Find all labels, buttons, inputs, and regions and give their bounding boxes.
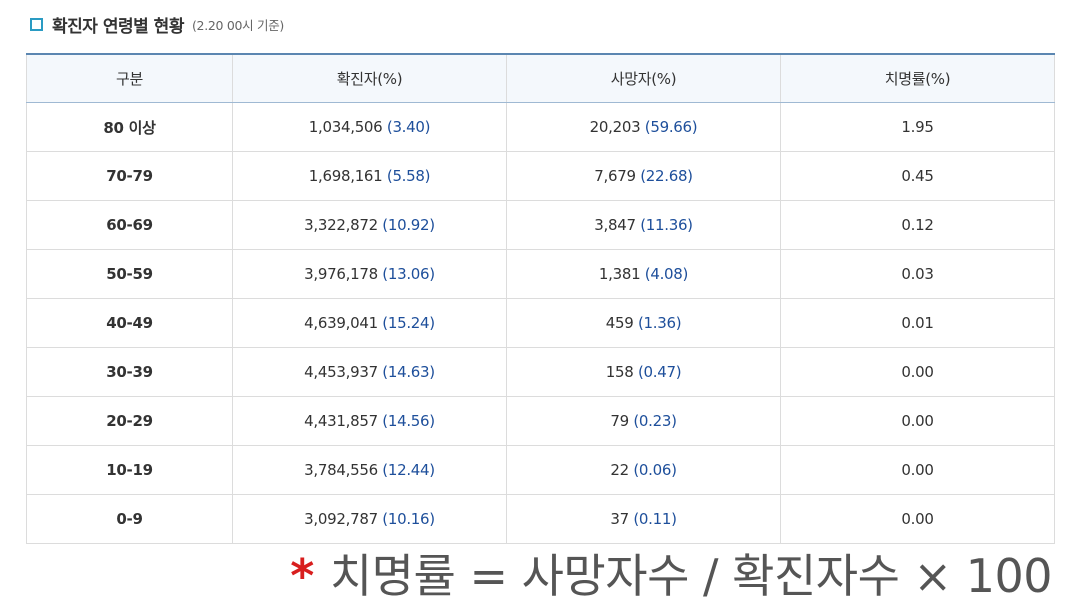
cases-value: 4,431,857 [304,412,378,430]
deaths-value: 79 [610,412,629,430]
age-group-cell: 40-49 [26,298,233,348]
deaths-value: 20,203 [589,118,641,136]
deaths-value: 158 [605,363,634,381]
cases-value: 4,639,041 [304,314,378,332]
cases-percent: (15.24) [382,314,435,332]
cases-value: 3,784,556 [304,461,378,479]
cases-cell: 3,092,787 (10.16) [232,494,507,544]
deaths-percent: (0.06) [633,461,677,479]
deaths-value: 22 [610,461,629,479]
deaths-percent: (1.36) [637,314,682,332]
column-header-fatality-rate: 치명률(%) [780,53,1055,103]
age-group-cell: 60-69 [26,200,233,250]
column-header-cases: 확진자(%) [232,53,507,103]
age-group-cell: 80 이상 [26,102,233,152]
table-row: 60-69 3,322,872 (10.92) 3,847 (11.36) 0.12 [26,200,1055,250]
cases-cell: 4,639,041 (15.24) [232,298,507,348]
fatality-rate-cell: 1.95 [780,102,1055,152]
table-row: 80 이상 1,034,506 (3.40) 20,203 (59.66) 1.95 [26,102,1055,152]
deaths-cell: 7,679 (22.68) [506,151,781,201]
footnote-mark: * [290,549,314,603]
table-row: 0-9 3,092,787 (10.16) 37 (0.11) 0.00 [26,494,1055,544]
fatality-rate-cell: 0.03 [780,249,1055,299]
deaths-cell: 158 (0.47) [506,347,781,397]
cases-value: 1,698,161 [308,167,383,185]
deaths-value: 1,381 [598,265,641,283]
square-bullet-icon [30,17,43,31]
table-row: 10-19 3,784,556 (12.44) 22 (0.06) 0.00 [26,445,1055,495]
section-heading: 확진자 연령별 현황 (2.20 00시 기준) [30,10,284,38]
age-group-cell: 20-29 [26,396,233,446]
deaths-percent: (0.11) [633,510,677,528]
age-stats-table: 구분 확진자(%) 사망자(%) 치명률(%) 80 이상 1,034,506 (… [26,53,1055,544]
deaths-percent: (59.66) [644,118,698,136]
cases-value: 3,092,787 [304,510,378,528]
deaths-value: 7,679 [594,167,636,185]
cases-cell: 4,453,937 (14.63) [232,347,507,397]
deaths-percent: (0.23) [633,412,677,430]
cases-cell: 4,431,857 (14.56) [232,396,507,446]
cases-cell: 3,784,556 (12.44) [232,445,507,495]
deaths-percent: (4.08) [644,265,689,283]
deaths-cell: 3,847 (11.36) [506,200,781,250]
age-group-cell: 70-79 [26,151,233,201]
table-header-row: 구분 확진자(%) 사망자(%) 치명률(%) [26,53,1055,103]
age-group-cell: 30-39 [26,347,233,397]
fatality-rate-cell: 0.00 [780,396,1055,446]
fatality-rate-cell: 0.45 [780,151,1055,201]
cases-percent: (10.92) [382,216,435,234]
deaths-value: 37 [610,510,629,528]
footnote-text: 치명률 = 사망자수 / 확진자수 × 100 [329,549,1053,603]
table-row: 70-79 1,698,161 (5.58) 7,679 (22.68) 0.45 [26,151,1055,201]
table-body: 80 이상 1,034,506 (3.40) 20,203 (59.66) 1.95 7… [26,102,1055,544]
fatality-rate-cell: 0.01 [780,298,1055,348]
cases-percent: (3.40) [386,118,431,136]
deaths-percent: (0.47) [637,363,682,381]
age-group-cell: 10-19 [26,445,233,495]
cases-cell: 1,698,161 (5.58) [232,151,507,201]
column-header-deaths: 사망자(%) [506,53,781,103]
fatality-rate-cell: 0.00 [780,445,1055,495]
deaths-cell: 459 (1.36) [506,298,781,348]
fatality-rate-cell: 0.00 [780,494,1055,544]
page-title: 확진자 연령별 현황 [52,16,184,37]
cases-value: 3,976,178 [304,265,378,283]
cases-percent: (14.56) [382,412,435,430]
deaths-cell: 20,203 (59.66) [506,102,781,152]
deaths-percent: (22.68) [640,167,693,185]
fatality-rate-cell: 0.12 [780,200,1055,250]
cases-value: 1,034,506 [308,118,383,136]
deaths-cell: 79 (0.23) [506,396,781,446]
cases-value: 4,453,937 [304,363,378,381]
cases-cell: 1,034,506 (3.40) [232,102,507,152]
table-row: 30-39 4,453,937 (14.63) 158 (0.47) 0.00 [26,347,1055,397]
cases-percent: (5.58) [386,167,431,185]
fatality-formula-note: * 치명률 = 사망자수 / 확진자수 × 100 [290,540,1052,606]
cases-cell: 3,976,178 (13.06) [232,249,507,299]
deaths-value: 3,847 [594,216,636,234]
deaths-cell: 37 (0.11) [506,494,781,544]
deaths-percent: (11.36) [640,216,693,234]
cases-percent: (10.16) [382,510,435,528]
age-group-cell: 0-9 [26,494,233,544]
deaths-value: 459 [605,314,634,332]
deaths-cell: 1,381 (4.08) [506,249,781,299]
cases-cell: 3,322,872 (10.92) [232,200,507,250]
cases-percent: (12.44) [382,461,435,479]
deaths-cell: 22 (0.06) [506,445,781,495]
page-subtitle: (2.20 00시 기준) [191,17,285,33]
table-row: 40-49 4,639,041 (15.24) 459 (1.36) 0.01 [26,298,1055,348]
table-row: 20-29 4,431,857 (14.56) 79 (0.23) 0.00 [26,396,1055,446]
table-row: 50-59 3,976,178 (13.06) 1,381 (4.08) 0.03 [26,249,1055,299]
column-header-category: 구분 [26,53,233,103]
cases-percent: (14.63) [382,363,435,381]
fatality-rate-cell: 0.00 [780,347,1055,397]
cases-value: 3,322,872 [304,216,378,234]
age-group-cell: 50-59 [26,249,233,299]
cases-percent: (13.06) [382,265,435,283]
